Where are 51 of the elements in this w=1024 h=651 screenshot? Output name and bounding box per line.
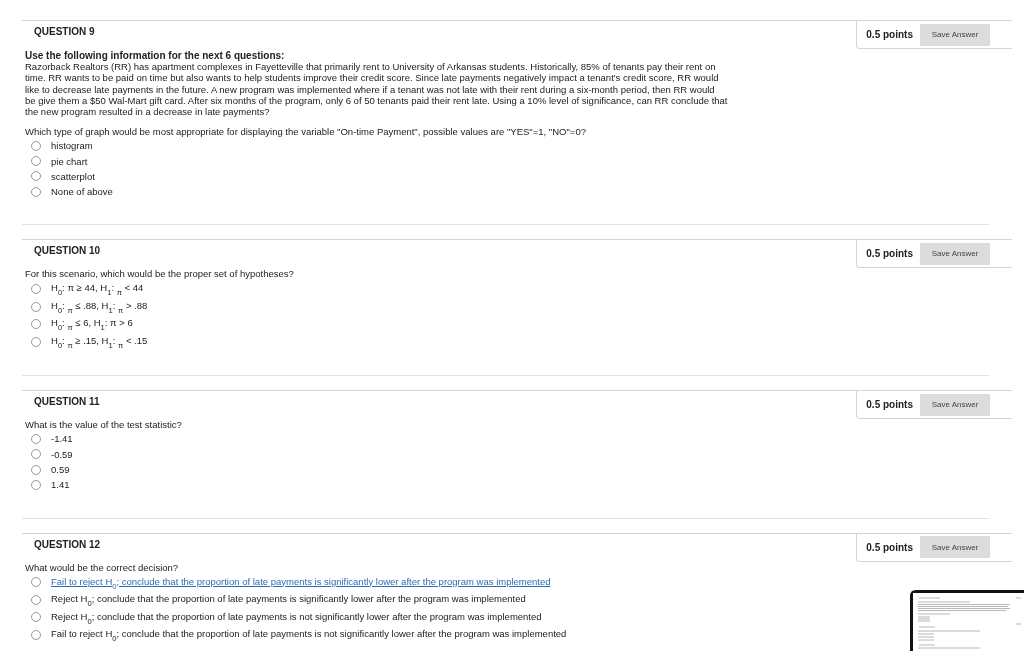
radio-button[interactable]	[31, 171, 41, 182]
option-label[interactable]: -1.41	[51, 431, 73, 447]
radio-button[interactable]	[31, 612, 41, 623]
save-answer-button[interactable]: Save Answer	[920, 393, 990, 416]
radio-button[interactable]	[31, 577, 41, 588]
option-label[interactable]: H$_{0}$: π ≥ 44, H$_{1}$: $_{π}$ < 44	[51, 280, 144, 298]
question-title: QUESTION 10	[33, 244, 101, 258]
option-label[interactable]: H$_{0}$: $_{π}$ ≤ 6, H$_{1}$: π > 6	[51, 315, 133, 333]
radio-button[interactable]	[31, 434, 41, 445]
radio-button[interactable]	[31, 186, 41, 197]
option-label[interactable]: pie chart	[51, 153, 88, 169]
radio-button[interactable]	[31, 284, 41, 295]
question-title: QUESTION 11	[33, 395, 100, 409]
points-label: 0.5 points	[866, 248, 913, 260]
radio-button[interactable]	[31, 629, 41, 640]
radio-button[interactable]	[31, 336, 41, 347]
radio-button[interactable]	[31, 301, 41, 312]
points-label: 0.5 points	[866, 399, 913, 411]
screenshot-thumbnail[interactable]	[910, 590, 1024, 651]
option-label[interactable]: H$_{0}$: $_{π}$ ≥ .15, H$_{1}$: $_{π}$ < .15	[51, 332, 148, 351]
question-title: QUESTION 12	[33, 537, 101, 551]
radio-button[interactable]	[31, 479, 41, 490]
option-label[interactable]: -0.59	[51, 446, 73, 463]
radio-button[interactable]	[31, 594, 41, 605]
option-label[interactable]: None of above	[51, 184, 113, 200]
option-link[interactable]: Fail to reject H$_{0}$; conclude that the proportion of late payments is significantly lower after the program was implemented	[51, 573, 551, 592]
question-prompt: For this scenario, which would be the proper set of hypotheses?	[25, 268, 295, 281]
question-prompt: Which type of graph would be most appropriate for displaying the variable "On-time Payment", possible values are "YES"=1, "NO"=0?	[25, 126, 587, 139]
option-label[interactable]: histogram	[51, 138, 93, 154]
option-label[interactable]: Reject H$_{0}$; conclude that the proportion of late payments is not significantly lower after the program was implemented	[51, 608, 542, 627]
question-prompt: What is the value of the test statistic?	[25, 419, 183, 432]
points-label: 0.5 points	[866, 29, 913, 40]
intro-text: Razorback Realtors (RR) has apartment complexes in Fayetteville that primarily rent to University of Arkansas students. Historically, 85% of tenants pay their rent on time. RR wants to be paid on time but also wants to help students improve their credit score. Since late payments negatively impact a tenant's credit score, RR would like to decrease late payments in the future. A new program was implemented where if a tenant was not late with their rent during a six-month period, then RR would be give them a $50 Wal-Mart gift card. After six months of the program, only 6 of 50 tenants paid their rent late. Using a 10% level of significance, can RR conclude that the new program resulted in a decrease in late payments?	[25, 61, 729, 118]
option-label[interactable]: Fail to reject H$_{0}$; conclude that the proportion of late payments is not significantly lower after the program was implemented	[51, 626, 567, 644]
option-label[interactable]: H$_{0}$: $_{π}$ ≤ .88, H$_{1}$: $_{π}$ > .88	[51, 297, 148, 316]
question-title: QUESTION 9	[33, 25, 95, 38]
points-label: 0.5 points	[866, 541, 913, 553]
save-answer-button[interactable]: Save Answer	[920, 536, 990, 559]
option-label[interactable]: scatterplot	[51, 168, 95, 185]
radio-button[interactable]	[31, 156, 41, 167]
radio-button[interactable]	[31, 449, 41, 460]
option-label[interactable]: Reject H$_{0}$; conclude that the proportion of late payments is significantly lower after the program was implemented	[51, 591, 526, 609]
option-label[interactable]: 1.41	[51, 477, 70, 493]
intro-heading: Use the following information for the next 6 questions:	[25, 50, 286, 61]
option-label[interactable]: 0.59	[51, 462, 70, 478]
radio-button[interactable]	[31, 464, 41, 475]
question-prompt: What would be the correct decision?	[25, 561, 180, 574]
save-answer-button[interactable]: Save Answer	[920, 242, 990, 265]
save-answer-button[interactable]: Save Answer	[920, 23, 990, 46]
radio-button[interactable]	[31, 319, 41, 330]
radio-button[interactable]	[31, 140, 41, 151]
